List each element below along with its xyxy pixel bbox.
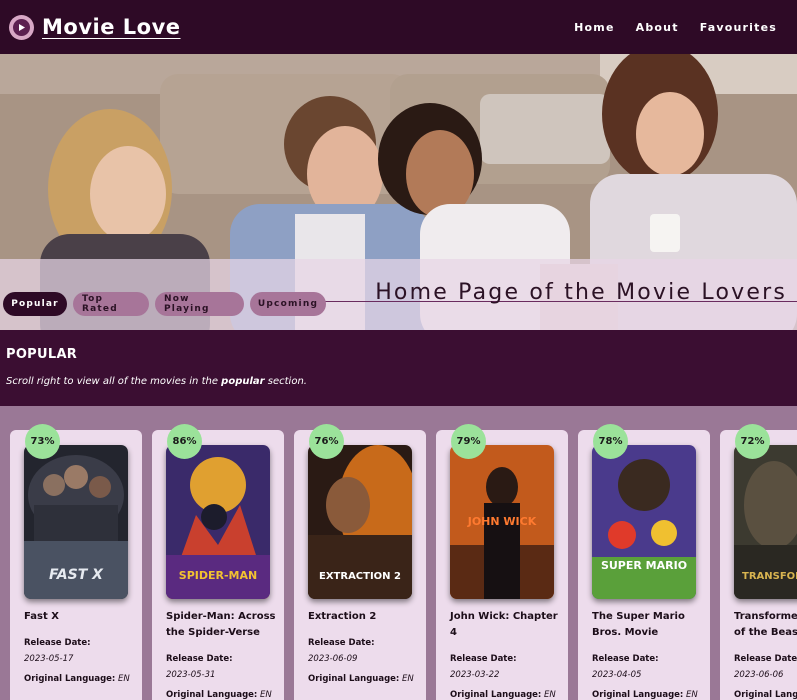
language-label: Original Language: xyxy=(166,690,258,700)
score-badge: 76% xyxy=(309,424,344,459)
nav-home[interactable]: Home xyxy=(574,21,615,34)
movie-title[interactable]: The Super Mario Bros. Movie xyxy=(592,609,704,641)
language-row: Original Language: EN xyxy=(734,690,797,700)
release-date-value: 2023-05-17 xyxy=(24,654,74,664)
language-value: EN xyxy=(686,690,698,700)
score-badge: 72% xyxy=(735,424,770,459)
score-badge: 79% xyxy=(451,424,486,459)
poster-text: EXTRACTION 2 xyxy=(319,571,401,582)
film-reel-icon xyxy=(9,14,34,40)
movie-poster[interactable]: FAST X xyxy=(24,445,128,599)
release-date-label: Release Date: xyxy=(166,654,233,664)
release-date-value: 2023-04-05 xyxy=(592,670,642,680)
movie-title[interactable]: John Wick: Chapter 4 xyxy=(450,609,562,641)
release-date-value: 2023-06-06 xyxy=(734,670,784,680)
score-badge: 86% xyxy=(167,424,202,459)
language-label: Original Language: xyxy=(734,690,797,700)
top-nav-bar: Movie Love Home About Favourites xyxy=(0,0,797,54)
nav-favourites[interactable]: Favourites xyxy=(700,21,777,34)
release-date-label: Release Date: xyxy=(308,638,375,648)
movie-poster[interactable]: TRANSFORMERS xyxy=(734,445,797,599)
movie-card[interactable]: 86% SPIDER-MAN Spider-Man: Across the Sp… xyxy=(152,424,284,700)
movie-card[interactable]: 76% EXTRACTION 2 Extraction 2 Release Da… xyxy=(294,424,426,700)
movie-card[interactable]: 72% TRANSFORMERS Transformers: Rise of t… xyxy=(720,424,797,700)
poster-text: FAST X xyxy=(49,567,104,583)
score-badge: 73% xyxy=(25,424,60,459)
release-date-label: Release Date: xyxy=(24,638,91,648)
tab-upcoming[interactable]: Upcoming xyxy=(250,292,326,316)
movie-poster[interactable]: SUPER MARIO xyxy=(592,445,696,599)
poster-text: SUPER MARIO xyxy=(601,559,687,572)
section-title: POPULAR xyxy=(6,347,78,362)
language-value: EN xyxy=(544,690,556,700)
hero-title: Home Page of the Movie Lovers xyxy=(375,280,787,305)
poster-text: JOHN WICK xyxy=(467,515,537,528)
movie-card[interactable]: 73% FAST X Fast X Release Date: 2023-05-… xyxy=(10,424,142,700)
language-row: Original Language: EN xyxy=(450,690,556,700)
movie-card[interactable]: 78% SUPER MARIO The Super Mario Bros. Mo… xyxy=(578,424,710,700)
tab-popular[interactable]: Popular xyxy=(3,292,67,316)
hero-banner: Home Page of the Movie Lovers Popular To… xyxy=(0,54,797,330)
language-value: EN xyxy=(118,674,130,684)
desc-prefix: Scroll right to view all of the movies i… xyxy=(6,376,222,387)
language-row: Original Language: EN xyxy=(308,674,414,684)
movie-title[interactable]: Fast X xyxy=(24,609,136,625)
nav-about[interactable]: About xyxy=(636,21,679,34)
desc-bold: popular xyxy=(221,376,265,387)
site-title[interactable]: Movie Love xyxy=(42,15,181,39)
language-label: Original Language: xyxy=(450,690,542,700)
score-badge: 78% xyxy=(593,424,628,459)
tab-top-rated[interactable]: Top Rated xyxy=(73,292,149,316)
movie-title[interactable]: Transformers: Rise of the Beasts xyxy=(734,609,797,641)
language-row: Original Language: EN xyxy=(592,690,698,700)
language-value: EN xyxy=(402,674,414,684)
release-date-label: Release Date: xyxy=(592,654,659,664)
section-description: Scroll right to view all of the movies i… xyxy=(6,376,307,387)
main-nav: Home About Favourites xyxy=(553,21,777,34)
language-label: Original Language: xyxy=(592,690,684,700)
release-date-label: Release Date: xyxy=(734,654,797,664)
language-row: Original Language: EN xyxy=(166,690,272,700)
tab-now-playing[interactable]: Now Playing xyxy=(155,292,244,316)
movie-title[interactable]: Extraction 2 xyxy=(308,609,420,625)
language-value: EN xyxy=(260,690,272,700)
poster-text: TRANSFORMERS xyxy=(742,571,797,582)
poster-text: SPIDER-MAN xyxy=(179,569,257,582)
language-label: Original Language: xyxy=(308,674,400,684)
logo[interactable]: Movie Love xyxy=(9,14,181,40)
release-date-value: 2023-05-31 xyxy=(166,670,216,680)
movie-poster[interactable]: EXTRACTION 2 xyxy=(308,445,412,599)
movie-poster[interactable]: SPIDER-MAN xyxy=(166,445,270,599)
release-date-value: 2023-06-09 xyxy=(308,654,358,664)
movie-poster[interactable]: JOHN WICK xyxy=(450,445,554,599)
movie-title[interactable]: Spider-Man: Across the Spider-Verse xyxy=(166,609,278,641)
release-date-label: Release Date: xyxy=(450,654,517,664)
movie-carousel[interactable]: 73% FAST X Fast X Release Date: 2023-05-… xyxy=(0,406,797,700)
language-row: Original Language: EN xyxy=(24,674,130,684)
popular-section-header: POPULAR Scroll right to view all of the … xyxy=(0,330,797,406)
category-tabs: Popular Top Rated Now Playing Upcoming xyxy=(3,292,332,316)
language-label: Original Language: xyxy=(24,674,116,684)
desc-suffix: section. xyxy=(264,376,307,387)
movie-card[interactable]: 79% JOHN WICK John Wick: Chapter 4 Relea… xyxy=(436,424,568,700)
release-date-value: 2023-03-22 xyxy=(450,670,500,680)
